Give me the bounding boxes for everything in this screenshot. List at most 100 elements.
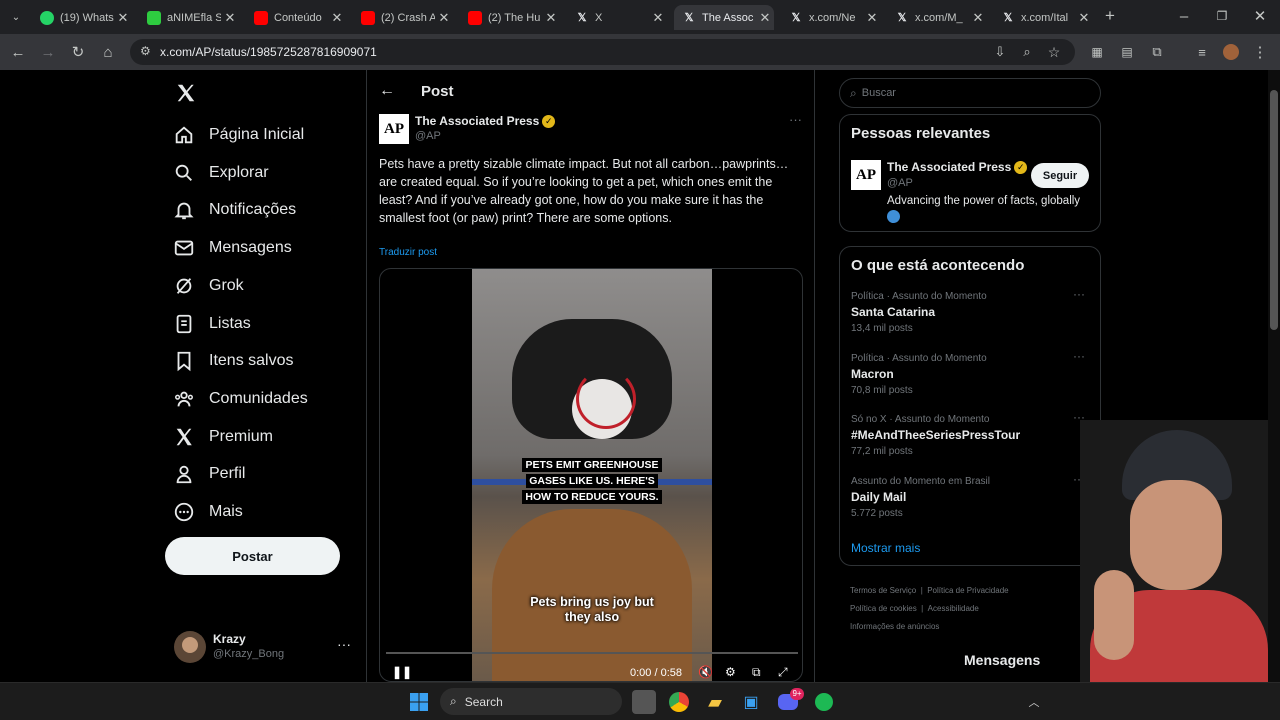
close-tab-icon[interactable]: ✕ [542, 10, 560, 26]
nav-item-label: Perfil [209, 465, 246, 483]
site-info-icon[interactable]: ⚙ [140, 44, 151, 58]
close-tab-icon[interactable]: ✕ [221, 10, 239, 26]
windows-start-icon[interactable] [407, 690, 431, 714]
minimize-button[interactable]: – [1174, 6, 1194, 26]
tab-search-chevron-icon[interactable]: ⌄ [6, 7, 26, 27]
pause-icon[interactable]: ❚❚ [392, 665, 412, 679]
nav-item-comunidades[interactable]: Comunidades [173, 384, 308, 414]
task-view-icon[interactable] [632, 690, 656, 714]
tab-title: (2) Crash A [381, 11, 435, 24]
nav-item-premium[interactable]: Premium [173, 422, 273, 452]
nav-item-explorar[interactable]: Explorar [173, 158, 269, 188]
post-more-icon[interactable]: ··· [789, 112, 802, 127]
browser-tab[interactable]: (2) The Hu ✕ [460, 5, 560, 30]
nav-item-itens-salvos[interactable]: Itens salvos [173, 346, 293, 376]
search-box[interactable]: ⌕ Buscar [839, 78, 1101, 108]
trend-item[interactable]: Assunto do Momento em Brasil Daily Mail 5.… [851, 472, 1091, 519]
browser-tab[interactable]: (19) WhatsApp✕ [32, 5, 132, 30]
youtube-icon [254, 10, 268, 25]
browser-tab[interactable]: aNIMEfla S ✕ [139, 5, 239, 30]
nav-item-mais[interactable]: Mais [173, 497, 243, 527]
zoom-icon[interactable]: ⌕ [1017, 42, 1037, 62]
trend-more-icon[interactable]: ··· [1073, 349, 1085, 363]
file-explorer-icon[interactable]: ▰ [703, 690, 727, 714]
home-button[interactable]: ⌂ [98, 42, 118, 62]
spotify-icon[interactable] [812, 690, 836, 714]
reading-list-icon[interactable]: ≡ [1192, 42, 1212, 62]
browser-tab[interactable]: 𝕏 The Assoc ✕ [674, 5, 774, 30]
chrome-taskbar-icon[interactable] [667, 690, 691, 714]
close-window-button[interactable]: ✕ [1250, 6, 1270, 26]
close-tab-icon[interactable]: ✕ [328, 10, 346, 26]
translate-link[interactable]: Traduzir post [379, 247, 437, 258]
new-tab-button[interactable]: + [1100, 6, 1120, 26]
extensions-puzzle-icon[interactable]: ⧉ [1147, 42, 1167, 62]
relevant-avatar[interactable]: AP [851, 160, 881, 190]
page-scrollbar-thumb[interactable] [1270, 90, 1278, 330]
browser-tab[interactable]: Conteúdo ✕ [246, 5, 346, 30]
x-logo-icon[interactable] [175, 82, 197, 104]
store-icon[interactable]: ▣ [739, 690, 763, 714]
trend-item[interactable]: Política · Assunto do Momento Santa Catar… [851, 287, 1091, 334]
nav-item-mensagens[interactable]: Mensagens [173, 233, 292, 263]
browser-tab[interactable]: 𝕏x.com/Ne ✕ [781, 5, 881, 30]
show-more-link[interactable]: Mostrar mais [851, 541, 920, 555]
nav-item-label: Itens salvos [209, 352, 294, 370]
close-tab-icon[interactable]: ✕ [1075, 10, 1093, 26]
footer-link[interactable]: Acessibilidade [928, 604, 979, 613]
account-handle: @Krazy_Bong [213, 648, 285, 660]
tab-title: x.com/Ne [809, 11, 856, 24]
browser-tab[interactable]: 𝕏x.com/Ital ✕ [993, 5, 1093, 30]
mute-icon[interactable]: 🔇 [698, 665, 713, 679]
author-name-row[interactable]: The Associated Press ✓ [415, 114, 556, 129]
settings-gear-icon[interactable]: ⚙ [725, 665, 736, 679]
close-tab-icon[interactable]: ✕ [649, 10, 667, 26]
messages-drawer-label[interactable]: Mensagens [964, 652, 1040, 668]
close-tab-icon[interactable]: ✕ [969, 10, 987, 26]
close-tab-icon[interactable]: ✕ [863, 10, 881, 26]
forward-button[interactable]: → [38, 42, 58, 62]
extension-icon-2[interactable]: ▤ [1117, 42, 1137, 62]
footer-link[interactable]: Informações de anúncios [850, 622, 939, 631]
fullscreen-icon[interactable]: ⤢ [778, 665, 788, 680]
tray-chevron-icon[interactable]: ︿ [1022, 690, 1046, 714]
video-progress-track[interactable] [386, 652, 798, 654]
browser-tab[interactable]: 𝕏x.com/M_ ✕ [887, 5, 987, 30]
trend-item[interactable]: Política · Assunto do Momento Macron 70,8 … [851, 349, 1091, 396]
nav-item-grok[interactable]: Grok [173, 271, 244, 301]
footer-link[interactable]: Termos de Serviço [850, 586, 916, 595]
browser-tab[interactable]: (2) Crash A ✕ [353, 5, 453, 30]
reload-button[interactable]: ↻ [68, 42, 88, 62]
relevant-name-row[interactable]: The Associated Press ✓ [887, 160, 1028, 175]
nav-item-notificações[interactable]: Notificações [173, 195, 296, 225]
bookmark-star-icon[interactable]: ☆ [1044, 42, 1064, 62]
footer-link[interactable]: Política de cookies [850, 604, 917, 613]
extension-icon[interactable]: ▦ [1087, 42, 1107, 62]
account-more-icon[interactable]: ··· [337, 636, 351, 652]
chrome-menu-icon[interactable]: ⋮ [1250, 42, 1270, 62]
follow-button[interactable]: Seguir [1031, 163, 1089, 188]
close-tab-icon[interactable]: ✕ [756, 10, 774, 26]
taskbar-search[interactable]: ⌕ Search [440, 688, 622, 715]
nav-item-página-inicial[interactable]: Página Inicial [173, 120, 304, 150]
nav-item-listas[interactable]: Listas [173, 309, 251, 339]
restore-button[interactable]: ❐ [1212, 6, 1232, 26]
browser-tab[interactable]: 𝕏 X ✕ [567, 5, 667, 30]
address-bar[interactable]: ⚙ x.com/AP/status/1985725287816909071 [130, 39, 1075, 65]
install-app-icon[interactable]: ⇩ [990, 42, 1010, 62]
author-avatar[interactable]: AP [379, 114, 409, 144]
nav-item-perfil[interactable]: Perfil [173, 459, 245, 489]
back-arrow-icon[interactable]: ← [379, 82, 395, 100]
close-tab-icon[interactable]: ✕ [435, 10, 453, 26]
post-button[interactable]: Postar [165, 537, 340, 575]
account-switcher[interactable]: Krazy @Krazy_Bong ··· [165, 626, 355, 666]
profile-avatar[interactable] [1221, 42, 1241, 62]
video-player[interactable]: PETS EMIT GREENHOUSE GASES LIKE US. HERE… [379, 268, 803, 682]
trend-more-icon[interactable]: ··· [1073, 287, 1085, 301]
footer-link[interactable]: Política de Privacidade [927, 586, 1008, 595]
picture-in-picture-icon[interactable]: ⧉ [752, 665, 761, 680]
video-subtitle: Pets bring us joy but they also [530, 595, 654, 624]
trend-item[interactable]: Só no X · Assunto do Momento #MeAndTheeSe… [851, 410, 1091, 457]
close-tab-icon[interactable]: ✕ [114, 10, 132, 26]
back-button[interactable]: ← [8, 42, 28, 62]
